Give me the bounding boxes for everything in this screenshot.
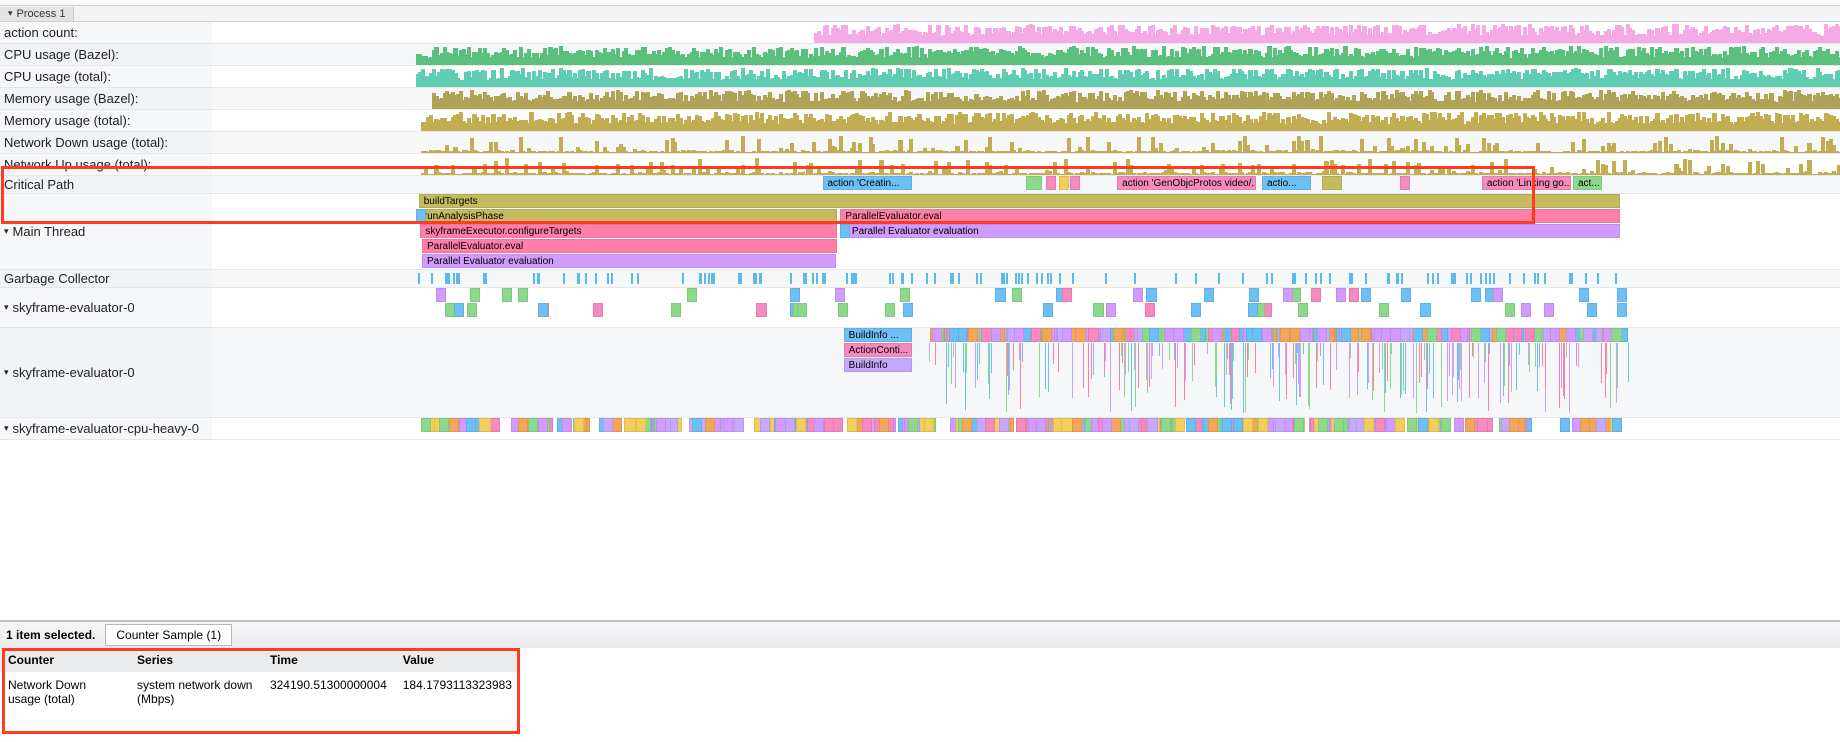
track-lane-skycpu[interactable] (212, 418, 1840, 440)
track-label-text: Main Thread (13, 224, 86, 239)
track-label-sky0a[interactable]: ▾ skyframe-evaluator-0 (0, 288, 212, 328)
track-label-text: CPU usage (total): (4, 69, 111, 84)
track-label-text: Network Down usage (total): (4, 135, 168, 150)
track-lane-action_count[interactable] (212, 22, 1840, 44)
flame-span[interactable] (416, 209, 426, 223)
track-lane-cpu_total[interactable] (212, 66, 1840, 88)
flame-span[interactable]: ParallelEvaluator.eval (840, 209, 1620, 223)
cell-value: 184.1793113323983 (395, 672, 520, 712)
flame-span[interactable] (1059, 176, 1069, 190)
process-tab-label: Process 1 (17, 8, 66, 20)
flame-span[interactable]: actio... (1262, 176, 1311, 190)
track-lane-sky0a[interactable] (212, 288, 1840, 328)
flame-span[interactable]: act... (1573, 176, 1602, 190)
flame-span[interactable] (1322, 176, 1342, 190)
track-label-cpu_total: CPU usage (total): (0, 66, 212, 88)
track-lane-sky0b[interactable]: BuildInfo ...ActionConti...BuildInfostag… (212, 328, 1840, 418)
flame-span[interactable] (840, 224, 850, 238)
col-series[interactable]: Series (129, 648, 262, 672)
track-lane-crit[interactable]: action 'Creatin... action 'GenObjcProtos … (212, 176, 1840, 194)
track-label-text: Garbage Collector (4, 271, 110, 286)
flame-span[interactable]: ParallelEvaluator.eval (422, 239, 837, 253)
track-lane-main[interactable]: buildTargetsrunAnalysisPhaseParallelEval… (212, 194, 1840, 270)
col-time[interactable]: Time (262, 648, 395, 672)
track-label-action_count: action count: (0, 22, 212, 44)
selection-summary: 1 item selected. (6, 628, 95, 642)
track-label-text: Memory usage (Bazel): (4, 91, 138, 106)
track-label-text: Critical Path (4, 177, 74, 192)
track-label-text: CPU usage (Bazel): (4, 47, 119, 62)
track-lane-gc[interactable] (212, 270, 1840, 288)
chevron-down-icon: ▾ (8, 8, 13, 19)
process-tabbar: ▾ Process 1 (0, 6, 1840, 22)
selection-bar: 1 item selected. Counter Sample (1) (0, 620, 1840, 648)
chevron-down-icon[interactable]: ▾ (4, 302, 9, 313)
flame-span[interactable] (1046, 176, 1056, 190)
flame-span[interactable]: action 'Creatin... (823, 176, 913, 190)
flame-span[interactable] (1070, 176, 1080, 190)
track-label-gc: Garbage Collector (0, 270, 212, 288)
flame-span[interactable]: BuildInfo ... (844, 328, 912, 342)
track-label-text: skyframe-evaluator-cpu-heavy-0 (13, 421, 199, 436)
tracks-area[interactable]: action count: CPU usage (Bazel): CPU usage… (0, 22, 1840, 620)
chevron-down-icon[interactable]: ▾ (4, 226, 9, 237)
track-lane-mem_bazel[interactable] (212, 88, 1840, 110)
flame-span[interactable]: action 'GenObjcProtos video/... (1117, 176, 1255, 190)
track-label-text: Memory usage (total): (4, 113, 130, 128)
track-label-main[interactable]: ▾ Main Thread (0, 194, 212, 270)
col-value[interactable]: Value (395, 648, 520, 672)
flame-span[interactable] (1400, 176, 1410, 190)
track-label-net_up: Network Up usage (total): (0, 154, 212, 176)
track-lane-mem_total[interactable] (212, 110, 1840, 132)
table-row[interactable]: Network Down usage (total) system networ… (0, 672, 520, 712)
chevron-down-icon[interactable]: ▾ (4, 423, 9, 434)
track-label-text: skyframe-evaluator-0 (13, 365, 135, 380)
flame-span[interactable]: Parallel Evaluator evaluation (847, 224, 1620, 238)
flame-span[interactable]: action 'Linking go... (1482, 176, 1572, 190)
selection-tab[interactable]: Counter Sample (1) (105, 624, 232, 646)
chevron-down-icon[interactable]: ▾ (4, 367, 9, 378)
track-label-text: Network Up usage (total): (4, 157, 151, 172)
process-tab[interactable]: ▾ Process 1 (0, 7, 74, 21)
detail-table: Counter Series Time Value Network Down u… (0, 648, 520, 712)
track-label-crit: Critical Path (0, 176, 212, 194)
track-label-mem_bazel: Memory usage (Bazel): (0, 88, 212, 110)
track-label-text: skyframe-evaluator-0 (13, 300, 135, 315)
flame-span[interactable]: ActionConti... (844, 343, 912, 357)
track-label-cpu_bazel: CPU usage (Bazel): (0, 44, 212, 66)
col-counter[interactable]: Counter (0, 648, 129, 672)
flame-span[interactable]: buildTargets (419, 194, 1620, 208)
track-label-net_down: Network Down usage (total): (0, 132, 212, 154)
flame-span[interactable]: skyframeExecutor.configureTargets (420, 224, 837, 238)
flame-span[interactable] (1026, 176, 1042, 190)
cell-counter: Network Down usage (total) (0, 672, 129, 712)
flame-span[interactable]: BuildInfo (844, 358, 912, 372)
cell-series: system network down (Mbps) (129, 672, 262, 712)
track-label-mem_total: Memory usage (total): (0, 110, 212, 132)
cell-time: 324190.51300000004 (262, 672, 395, 712)
track-label-sky0b[interactable]: ▾ skyframe-evaluator-0 (0, 328, 212, 418)
track-lane-net_up[interactable] (212, 154, 1840, 176)
flame-span[interactable]: runAnalysisPhase (419, 209, 837, 223)
detail-panel: Counter Series Time Value Network Down u… (0, 648, 1840, 742)
track-label-text: action count: (4, 25, 78, 40)
flame-span[interactable]: Parallel Evaluator evaluation (422, 254, 836, 268)
track-lane-cpu_bazel[interactable] (212, 44, 1840, 66)
track-lane-net_down[interactable] (212, 132, 1840, 154)
track-label-skycpu[interactable]: ▾ skyframe-evaluator-cpu-heavy-0 (0, 418, 212, 440)
